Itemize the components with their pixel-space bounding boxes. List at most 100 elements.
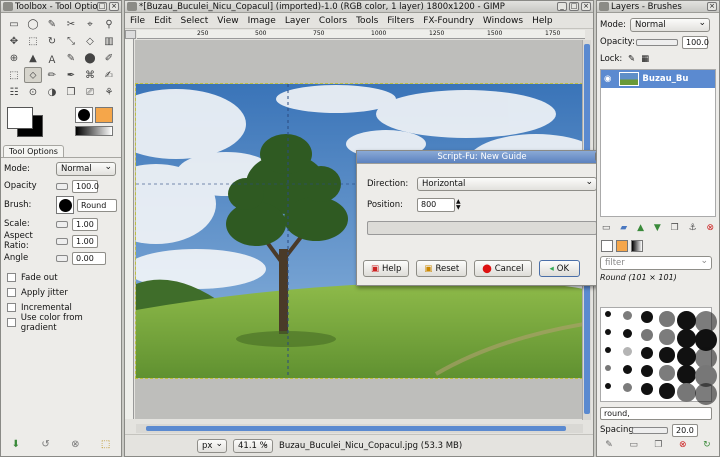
tool-icon[interactable]: Ａ	[43, 50, 61, 66]
brush-preset-icon[interactable]	[695, 383, 717, 405]
use-gradient-checkbox[interactable]: Use color from gradient	[4, 313, 118, 333]
tool-icon[interactable]: ◯	[24, 16, 42, 32]
brush-preset-icon[interactable]	[641, 383, 654, 396]
tool-icon[interactable]: ⎚	[81, 84, 99, 100]
delete-options-icon[interactable]: ⊗	[71, 439, 79, 450]
visibility-eye-icon[interactable]: ◉	[604, 74, 611, 84]
tool-icon[interactable]: ▭	[5, 16, 23, 32]
tool-icon[interactable]: ⚲	[100, 16, 118, 32]
vertical-ruler[interactable]	[125, 39, 134, 419]
brush-filter-input[interactable]: filter	[600, 255, 712, 270]
new-brush-icon[interactable]: ▭	[629, 440, 638, 450]
layer-group-icon[interactable]: ▰	[620, 223, 627, 237]
brush-preset-icon[interactable]	[605, 347, 611, 353]
brush-preset-icon[interactable]	[605, 365, 611, 371]
scale-field[interactable]: 1.00	[72, 217, 98, 231]
gradient-preview[interactable]	[75, 126, 113, 136]
tool-icon[interactable]: ⬤	[81, 50, 99, 66]
opacity-slider[interactable]	[56, 182, 68, 190]
menu-help[interactable]: Help	[532, 16, 553, 26]
menu-fx-foundry[interactable]: FX-Foundry	[423, 16, 474, 26]
brush-preset-icon[interactable]	[677, 311, 696, 330]
ruler-corner[interactable]	[125, 30, 136, 39]
brush-preset-icon[interactable]	[677, 383, 696, 402]
brush-preset-icon[interactable]	[641, 311, 654, 324]
delete-layer-icon[interactable]: ⊗	[707, 223, 715, 237]
minimize-icon[interactable]: _	[557, 2, 567, 11]
lock-alpha-icon[interactable]: ▦	[641, 54, 649, 64]
lower-layer-icon[interactable]: ▼	[654, 223, 661, 237]
aspect-ratio-slider[interactable]	[56, 237, 68, 245]
toolbox-titlebar[interactable]: Toolbox - Tool Options □ ×	[1, 1, 121, 13]
brush-preset-icon[interactable]	[659, 329, 675, 345]
save-options-icon[interactable]: ⬇	[12, 439, 20, 450]
dialog-titlebar[interactable]: Script-Fu: New Guide ×	[357, 151, 607, 164]
fade-out-checkbox[interactable]: Fade out	[4, 270, 118, 285]
tool-icon[interactable]: ✒	[62, 67, 80, 83]
menu-colors[interactable]: Colors	[319, 16, 347, 26]
brush-preset-icon[interactable]	[659, 311, 675, 327]
aspect-ratio-field[interactable]: 1.00	[72, 234, 98, 248]
tool-icon[interactable]: ▥	[100, 33, 118, 49]
brush-preset-icon[interactable]	[623, 311, 633, 321]
foreground-color-swatch[interactable]	[7, 107, 33, 129]
image-titlebar[interactable]: *[Buzau_Buculei_Nicu_Copacul] (imported)…	[125, 1, 593, 13]
brush-preset-icon[interactable]	[641, 365, 654, 378]
close-icon[interactable]: ×	[581, 2, 591, 11]
menu-windows[interactable]: Windows	[483, 16, 523, 26]
tool-icon[interactable]: ⚘	[100, 84, 118, 100]
tool-icon[interactable]: ✍	[100, 67, 118, 83]
brush-preset-icon[interactable]	[605, 329, 611, 335]
menu-view[interactable]: View	[217, 16, 238, 26]
gradients-tab-icon[interactable]	[631, 240, 643, 252]
brush-preset-icon[interactable]	[623, 347, 633, 357]
layer-opacity-field[interactable]: 100.0	[682, 35, 709, 49]
tool-icon[interactable]: ✏	[43, 67, 61, 83]
brushes-tab-icon[interactable]	[601, 240, 613, 252]
brush-preview-icon[interactable]	[75, 107, 93, 123]
brush-preset-icon[interactable]	[641, 347, 654, 360]
unit-select[interactable]: px	[197, 438, 227, 453]
anchor-layer-icon[interactable]: ⚓	[689, 223, 697, 237]
apply-jitter-checkbox[interactable]: Apply jitter	[4, 285, 118, 300]
delete-brush-icon[interactable]: ⊗	[679, 440, 687, 450]
tool-icon[interactable]: ◇	[81, 33, 99, 49]
horizontal-ruler[interactable]: 250 500 750 1000 1250 1500 1750	[137, 30, 585, 39]
position-spinner-icon[interactable]: ▲ ▼	[456, 199, 461, 211]
tool-icon[interactable]: ⌘	[81, 67, 99, 83]
brush-preset-icon[interactable]	[677, 365, 696, 384]
menu-select[interactable]: Select	[181, 16, 209, 26]
tool-icon[interactable]: ☷	[5, 84, 23, 100]
direction-select[interactable]: Horizontal	[417, 176, 597, 191]
duplicate-brush-icon[interactable]: ❐	[654, 440, 662, 450]
menu-file[interactable]: File	[130, 16, 145, 26]
layer-row[interactable]: ◉ Buzau_Bu	[601, 70, 715, 88]
brush-preset-icon[interactable]	[623, 329, 633, 339]
tool-icon[interactable]: ⬚	[24, 33, 42, 49]
tool-icon[interactable]: ✂	[62, 16, 80, 32]
brush-preset-icon[interactable]	[659, 365, 675, 381]
brush-preset-icon[interactable]	[641, 329, 654, 342]
pattern-preview-icon[interactable]	[95, 107, 113, 123]
brush-preset-icon[interactable]	[605, 311, 611, 317]
scale-slider[interactable]	[56, 220, 68, 228]
tool-icon[interactable]: ✥	[5, 33, 23, 49]
mode-select[interactable]: Normal	[56, 161, 116, 176]
brush-swatch[interactable]	[56, 196, 74, 214]
close-icon[interactable]: ×	[707, 2, 717, 11]
tool-icon[interactable]: ❒	[62, 84, 80, 100]
ok-button[interactable]: ◂ OK	[538, 260, 581, 277]
raise-layer-icon[interactable]: ▲	[637, 223, 644, 237]
tool-icon[interactable]: ⤡	[62, 33, 80, 49]
refresh-brushes-icon[interactable]: ↻	[703, 440, 711, 450]
brush-tag-input[interactable]: round,	[600, 407, 712, 420]
brush-preset-icon[interactable]	[677, 347, 696, 366]
tool-icon[interactable]: ↻	[43, 33, 61, 49]
horizontal-scrollbar[interactable]	[136, 424, 583, 433]
horizontal-scroll-thumb[interactable]	[146, 426, 566, 431]
maximize-icon[interactable]: □	[569, 2, 579, 11]
brush-preset-icon[interactable]	[659, 347, 675, 363]
tool-icon[interactable]: ▲	[24, 50, 42, 66]
brush-preset-icon[interactable]	[659, 383, 675, 399]
menu-tools[interactable]: Tools	[356, 16, 378, 26]
